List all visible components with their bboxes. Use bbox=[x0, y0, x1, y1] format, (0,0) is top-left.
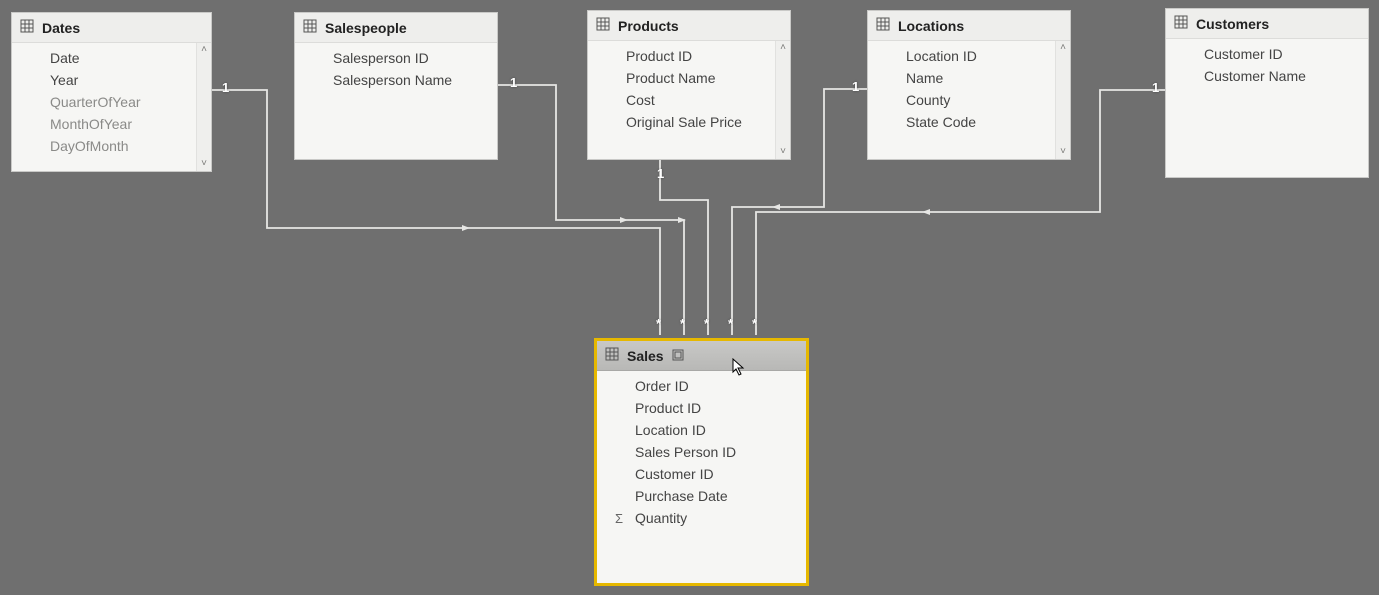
field[interactable]: County bbox=[868, 89, 1070, 111]
scroll-up-icon[interactable]: ˄ bbox=[1056, 41, 1070, 55]
field[interactable]: Date bbox=[12, 47, 211, 69]
table-body-locations: Location ID Name County State Code ˄ ˅ bbox=[868, 41, 1070, 159]
field[interactable]: Cost bbox=[588, 89, 790, 111]
table-body-salespeople: Salesperson ID Salesperson Name bbox=[295, 43, 497, 159]
scroll-down-icon[interactable]: ˅ bbox=[197, 157, 211, 171]
rel-one-products: 1 bbox=[657, 166, 664, 181]
field[interactable]: Order ID bbox=[597, 375, 806, 397]
scrollbar[interactable]: ˄ ˅ bbox=[775, 41, 790, 159]
table-title-locations: Locations bbox=[898, 18, 964, 34]
sigma-icon: Σ bbox=[615, 511, 623, 526]
rel-one-dates: 1 bbox=[222, 80, 229, 95]
table-title-customers: Customers bbox=[1196, 16, 1269, 32]
field-label: Quantity bbox=[635, 510, 687, 526]
field[interactable]: Salesperson ID bbox=[295, 47, 497, 69]
table-body-sales: Order ID Product ID Location ID Sales Pe… bbox=[597, 371, 806, 583]
rel-many-3: * bbox=[704, 316, 709, 331]
table-header-salespeople[interactable]: Salespeople bbox=[295, 13, 497, 43]
model-canvas[interactable]: { "tables": { "dates": { "title": "Dates… bbox=[0, 0, 1379, 595]
table-sales[interactable]: Sales Order ID Product ID Location ID Sa… bbox=[594, 338, 809, 586]
table-title-salespeople: Salespeople bbox=[325, 20, 407, 36]
table-icon bbox=[876, 17, 890, 34]
field[interactable]: Name bbox=[868, 67, 1070, 89]
field[interactable]: Customer ID bbox=[1166, 43, 1368, 65]
rel-one-locations: 1 bbox=[852, 79, 859, 94]
table-icon bbox=[1174, 15, 1188, 32]
table-icon bbox=[596, 17, 610, 34]
table-title-products: Products bbox=[618, 18, 679, 34]
field[interactable]: Purchase Date bbox=[597, 485, 806, 507]
table-body-dates: Date Year QuarterOfYear MonthOfYear DayO… bbox=[12, 43, 211, 171]
expand-icon[interactable] bbox=[672, 348, 684, 364]
table-customers[interactable]: Customers Customer ID Customer Name bbox=[1165, 8, 1369, 178]
field[interactable]: Salesperson Name bbox=[295, 69, 497, 91]
table-header-customers[interactable]: Customers bbox=[1166, 9, 1368, 39]
table-icon bbox=[20, 19, 34, 36]
table-icon bbox=[605, 347, 619, 364]
table-products[interactable]: Products Product ID Product Name Cost Or… bbox=[587, 10, 791, 160]
field[interactable]: Product ID bbox=[597, 397, 806, 419]
scroll-down-icon[interactable]: ˅ bbox=[776, 145, 790, 159]
rel-many-5: * bbox=[752, 316, 757, 331]
scroll-down-icon[interactable]: ˅ bbox=[1056, 145, 1070, 159]
field[interactable]: Location ID bbox=[597, 419, 806, 441]
table-header-dates[interactable]: Dates bbox=[12, 13, 211, 43]
field[interactable]: Product Name bbox=[588, 67, 790, 89]
rel-many-4: * bbox=[728, 316, 733, 331]
table-header-products[interactable]: Products bbox=[588, 11, 790, 41]
table-locations[interactable]: Locations Location ID Name County State … bbox=[867, 10, 1071, 160]
rel-many-1: * bbox=[656, 316, 661, 331]
rel-many-2: * bbox=[680, 316, 685, 331]
field[interactable]: Location ID bbox=[868, 45, 1070, 67]
field-quantity[interactable]: Σ Quantity bbox=[597, 507, 806, 529]
scrollbar[interactable]: ˄ ˅ bbox=[1055, 41, 1070, 159]
field[interactable]: Product ID bbox=[588, 45, 790, 67]
field[interactable]: Customer Name bbox=[1166, 65, 1368, 87]
table-body-products: Product ID Product Name Cost Original Sa… bbox=[588, 41, 790, 159]
field[interactable]: Original Sale Price bbox=[588, 111, 790, 133]
scroll-up-icon[interactable]: ˄ bbox=[776, 41, 790, 55]
table-dates[interactable]: Dates Date Year QuarterOfYear MonthOfYea… bbox=[11, 12, 212, 172]
field[interactable]: State Code bbox=[868, 111, 1070, 133]
field[interactable]: MonthOfYear bbox=[12, 113, 211, 135]
table-header-sales[interactable]: Sales bbox=[597, 341, 806, 371]
field[interactable]: QuarterOfYear bbox=[12, 91, 211, 113]
rel-one-customers: 1 bbox=[1152, 80, 1159, 95]
table-salespeople[interactable]: Salespeople Salesperson ID Salesperson N… bbox=[294, 12, 498, 160]
table-header-locations[interactable]: Locations bbox=[868, 11, 1070, 41]
table-body-customers: Customer ID Customer Name bbox=[1166, 39, 1368, 177]
table-icon bbox=[303, 19, 317, 36]
field[interactable]: DayOfMonth bbox=[12, 135, 211, 157]
field[interactable]: Year bbox=[12, 69, 211, 91]
field[interactable]: Customer ID bbox=[597, 463, 806, 485]
scrollbar[interactable]: ˄ ˅ bbox=[196, 43, 211, 171]
rel-one-salespeople: 1 bbox=[510, 75, 517, 90]
scroll-up-icon[interactable]: ˄ bbox=[197, 43, 211, 57]
field[interactable]: Sales Person ID bbox=[597, 441, 806, 463]
table-title-dates: Dates bbox=[42, 20, 80, 36]
table-title-sales: Sales bbox=[627, 348, 664, 364]
